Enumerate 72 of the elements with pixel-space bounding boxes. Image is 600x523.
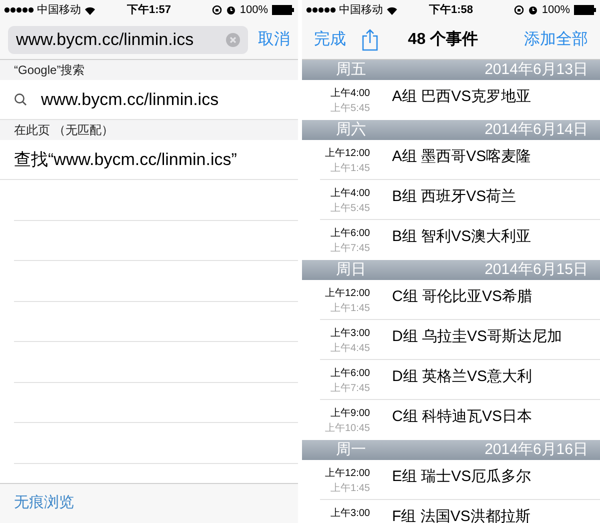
alarm-icon	[528, 5, 538, 15]
event-row[interactable]: 上午9:00 上午10:45 C组 科特迪瓦VS日本	[320, 400, 600, 440]
weekday-label: 周一	[335, 440, 366, 460]
event-row[interactable]: 上午3:00 F组 法国VS洪都拉斯	[320, 500, 600, 523]
date-label: 2014年6月13日	[484, 60, 588, 80]
section-header: “Google”搜索	[0, 60, 298, 80]
start-time: 上午3:00	[330, 326, 370, 341]
end-time: 上午1:45	[330, 162, 370, 176]
wifi-icon	[84, 6, 96, 14]
event-title: C组 科特迪瓦VS日本	[392, 407, 532, 427]
end-time: 上午10:45	[324, 422, 370, 436]
battery-icon	[272, 5, 294, 15]
rotation-lock-icon	[212, 5, 222, 15]
start-time: 上午12:00	[324, 286, 370, 301]
battery-icon	[574, 5, 596, 15]
start-time: 上午12:00	[324, 146, 370, 161]
event-title: B组 智利VS澳大利亚	[392, 227, 532, 247]
weekday-label: 周六	[335, 120, 366, 140]
rotation-lock-icon	[514, 5, 524, 15]
weekday-label: 周日	[335, 260, 366, 280]
start-time: 上午4:00	[330, 86, 370, 101]
event-row[interactable]: 上午12:00 上午1:45 E组 瑞士VS厄瓜多尔	[320, 460, 600, 500]
date-label: 2014年6月14日	[484, 120, 588, 140]
event-row[interactable]: 上午3:00 上午4:45 D组 乌拉圭VS哥斯达尼加	[320, 320, 600, 360]
start-time: 上午12:00	[324, 466, 370, 481]
event-title: F组 法国VS洪都拉斯	[392, 507, 530, 523]
event-row[interactable]: 上午12:00 上午1:45 A组 墨西哥VS喀麦隆	[320, 140, 600, 180]
date-label: 2014年6月16日	[484, 440, 588, 460]
end-time: 上午1:45	[330, 302, 370, 316]
battery-percent: 100%	[240, 2, 268, 18]
share-icon[interactable]	[362, 28, 378, 50]
battery-percent: 100%	[542, 2, 570, 18]
start-time: 上午6:00	[330, 226, 370, 241]
end-time: 上午5:45	[330, 202, 370, 216]
carrier-name: 中国移动	[339, 2, 383, 18]
end-time: 上午7:45	[330, 382, 370, 396]
event-row[interactable]: 上午12:00 上午1:45 C组 哥伦比亚VS希腊	[320, 280, 600, 320]
start-time: 上午9:00	[330, 406, 370, 421]
wifi-icon	[386, 6, 398, 14]
event-row[interactable]: 上午6:00 上午7:45 D组 英格兰VS意大利	[320, 360, 600, 400]
event-title: C组 哥伦比亚VS希腊	[392, 287, 532, 307]
carrier-name: 中国移动	[37, 2, 81, 18]
event-row[interactable]: 上午6:00 上午7:45 B组 智利VS澳大利亚	[320, 220, 600, 260]
signal-icon	[4, 7, 34, 13]
end-time: 上午1:45	[330, 482, 370, 496]
section-header: 在此页 （无匹配）	[0, 120, 298, 140]
event-title: D组 英格兰VS意大利	[392, 367, 532, 387]
start-time: 上午6:00	[330, 366, 370, 381]
start-time: 上午4:00	[330, 186, 370, 201]
search-suggestion[interactable]: www.bycm.cc/linmin.ics	[41, 86, 219, 112]
event-row[interactable]: 上午4:00 上午5:45 A组 巴西VS克罗地亚	[320, 80, 600, 120]
start-time: 上午3:00	[330, 506, 370, 521]
end-time: 上午7:45	[330, 242, 370, 256]
end-time: 上午4:45	[330, 342, 370, 356]
weekday-label: 周五	[335, 60, 366, 80]
find-on-page[interactable]: 查找“www.bycm.cc/linmin.ics”	[14, 146, 237, 172]
date-label: 2014年6月15日	[484, 260, 588, 280]
event-title: A组 巴西VS克罗地亚	[392, 87, 532, 107]
search-icon	[14, 93, 27, 106]
event-title: A组 墨西哥VS喀麦隆	[392, 147, 532, 167]
status-time: 下午1:58	[428, 2, 474, 18]
nav-title: 48 个事件	[406, 30, 480, 50]
end-time: 上午5:45	[330, 102, 370, 116]
event-title: B组 西班牙VS荷兰	[392, 187, 516, 207]
event-row[interactable]: 上午4:00 上午5:45 B组 西班牙VS荷兰	[320, 180, 600, 220]
event-title: D组 乌拉圭VS哥斯达尼加	[392, 327, 562, 347]
address-field[interactable]: www.bycm.cc/linmin.ics	[8, 26, 248, 54]
alarm-icon	[226, 5, 236, 15]
private-browsing-button[interactable]: 无痕浏览	[14, 492, 74, 515]
status-time: 下午1:57	[126, 2, 172, 18]
signal-icon	[306, 7, 336, 13]
event-title: E组 瑞士VS厄瓜多尔	[392, 467, 532, 487]
